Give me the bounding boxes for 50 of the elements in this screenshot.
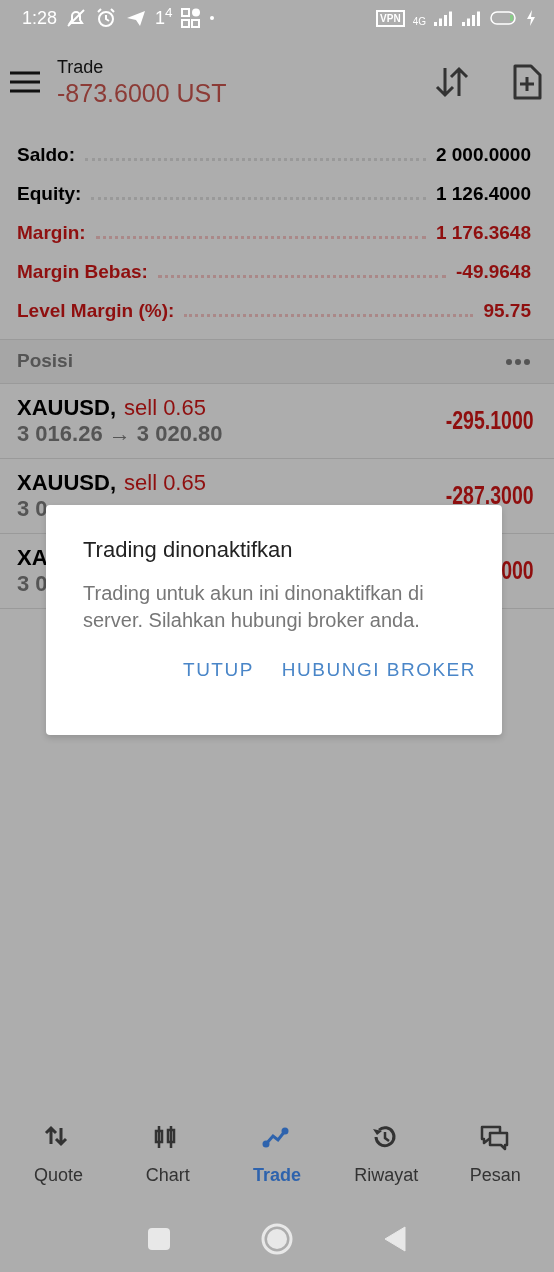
summary-label: Margin Bebas:	[17, 260, 148, 285]
nav-tab[interactable]: Chart	[113, 1124, 222, 1189]
symbol-text: XAUUSD,	[17, 397, 116, 419]
back-icon[interactable]	[383, 1225, 407, 1252]
summary-value: -49.9648	[456, 260, 531, 285]
close-button[interactable]: TUTUP	[181, 650, 256, 691]
signal-icon	[434, 10, 454, 26]
profit-text: -295.1000	[446, 405, 534, 437]
symbol-text: XA	[17, 547, 48, 569]
side-text: sell 0.65	[124, 397, 206, 419]
section-title: Posisi	[17, 349, 73, 374]
notification-count: 1$^{4}$	[155, 4, 173, 30]
sort-icon[interactable]	[434, 65, 470, 99]
dialog-title: Trading dinonaktifkan	[83, 536, 294, 564]
signal-icon	[462, 10, 482, 26]
side-text: sell 0.65	[124, 472, 206, 494]
profit-text: -287.3000	[446, 480, 534, 512]
square-icon[interactable]	[147, 1226, 171, 1251]
new-document-icon[interactable]	[512, 64, 542, 100]
page-title: Trade	[57, 56, 105, 78]
summary-value: 1 126.4000	[435, 182, 531, 207]
home-icon[interactable]	[261, 1222, 293, 1255]
menu-icon[interactable]	[10, 71, 40, 93]
dialog-message: Trading untuk akun ini dinonaktifkan di server. Silahkan hubungi broker anda.	[83, 581, 425, 633]
grid-icon	[180, 8, 201, 28]
price-text: 3 0	[17, 573, 48, 595]
vpn-badge: VPN	[376, 9, 405, 27]
summary-label: Margin:	[17, 221, 86, 246]
contact-broker-button[interactable]: HUBUNGI BROKER	[279, 650, 478, 691]
summary-value: 95.75	[483, 299, 531, 324]
summary-value: 1 176.3648	[435, 221, 531, 246]
more-icon[interactable]	[505, 357, 531, 366]
summary-label: Saldo:	[17, 143, 76, 168]
summary-value: 2 000.0000	[435, 143, 531, 168]
balance-text: -873.6000 UST	[57, 78, 228, 108]
price-text: 3 0	[17, 498, 49, 520]
network-text: 4G	[412, 14, 426, 29]
clock-text: 1:28	[22, 6, 58, 30]
charging-icon	[526, 10, 536, 26]
symbol-text: XAUUSD,	[17, 472, 116, 494]
price-text: 3 016.26 → 3 020.80	[17, 423, 223, 445]
muted-bell-icon	[65, 7, 88, 29]
summary-label: Equity:	[17, 182, 82, 207]
nav-tab[interactable]: Pesan	[441, 1124, 550, 1189]
summary-label: Level Margin (%):	[17, 299, 175, 324]
nav-tab[interactable]: Riwayat	[332, 1124, 441, 1189]
profit-text: 000	[501, 555, 534, 587]
battery-icon	[490, 11, 518, 25]
dot-icon	[208, 15, 215, 21]
nav-tab[interactable]: Quote	[4, 1124, 113, 1189]
